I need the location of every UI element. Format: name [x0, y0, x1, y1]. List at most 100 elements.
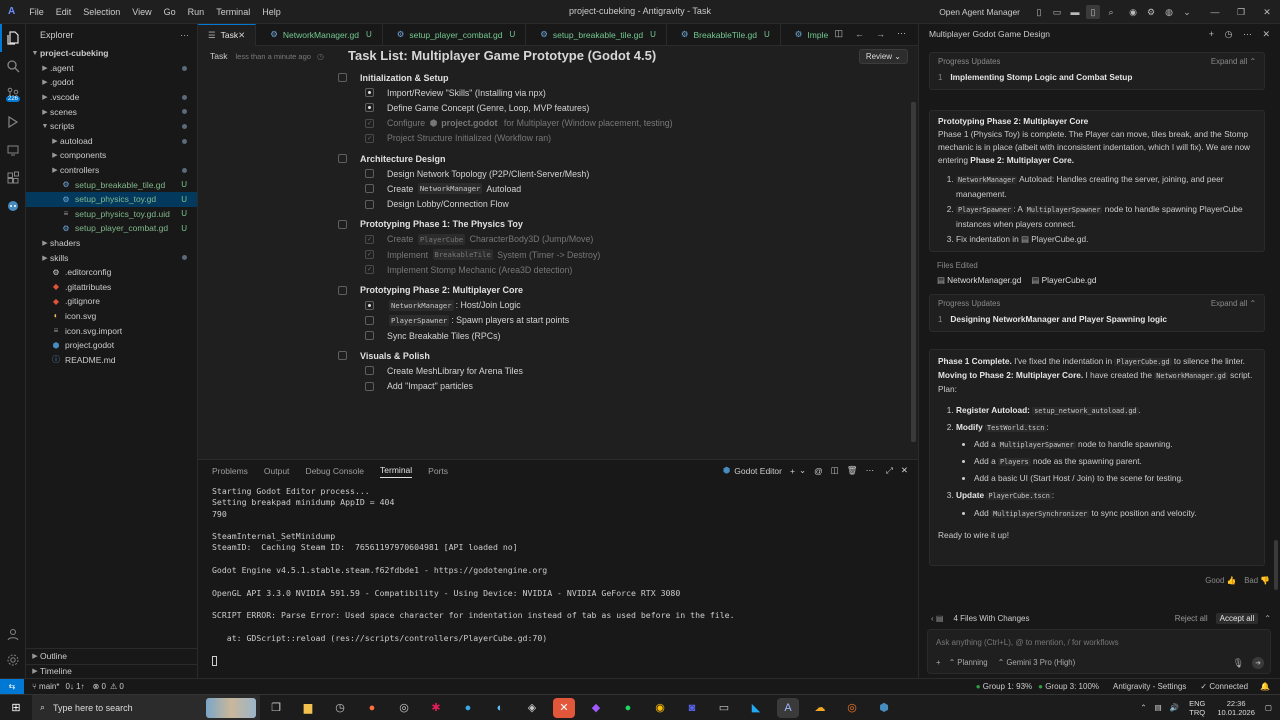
- explorer-icon[interactable]: [0, 24, 26, 52]
- task-checkbox[interactable]: [365, 381, 374, 391]
- new-terminal-icon[interactable]: +: [790, 466, 795, 476]
- panel-tab-terminal[interactable]: Terminal: [380, 465, 413, 478]
- remote-explorer-icon[interactable]: [0, 136, 26, 164]
- arrow-right-icon[interactable]: →: [876, 29, 885, 39]
- tree-item[interactable]: ◆ .gitattributes: [26, 280, 197, 295]
- manage-gear-icon[interactable]: [0, 646, 26, 674]
- panel-tab-problems[interactable]: Problems: [212, 466, 248, 476]
- task-checkbox[interactable]: ✓: [365, 250, 374, 260]
- windows-start-icon[interactable]: ⊞: [5, 698, 27, 718]
- steam-icon[interactable]: ◐: [489, 698, 511, 718]
- search-icon[interactable]: ⌕: [1104, 5, 1118, 19]
- file-chip[interactable]: ▤ PlayerCube.gd: [1021, 234, 1086, 244]
- tree-item[interactable]: ⬢ project.godot: [26, 338, 197, 353]
- new-chat-icon[interactable]: +: [1209, 29, 1214, 39]
- tab-3[interactable]: ⚙ setup_breakable_tile.gd U: [526, 23, 667, 46]
- panel-tab-output[interactable]: Output: [264, 466, 290, 476]
- outline-section[interactable]: ▶ Outline: [26, 649, 198, 664]
- section-checkbox[interactable]: [338, 73, 347, 83]
- tree-item[interactable]: ▶ .vscode: [26, 90, 197, 105]
- section-checkbox[interactable]: [338, 154, 347, 164]
- close-tab-icon[interactable]: ✕: [238, 30, 245, 41]
- section-checkbox[interactable]: [338, 351, 347, 361]
- unity-icon[interactable]: ◈: [521, 698, 543, 718]
- discord-icon[interactable]: ◙: [681, 698, 703, 718]
- mic-icon[interactable]: 🎙: [1233, 658, 1244, 669]
- tree-item[interactable]: ⚙ .editorconfig: [26, 265, 197, 280]
- maximize-panel-icon[interactable]: ⤢: [886, 465, 893, 476]
- connection-status[interactable]: ✓ Connected: [1200, 682, 1248, 691]
- task-checkbox[interactable]: ✓: [365, 118, 374, 128]
- tree-item[interactable]: ⓘ README.md: [26, 352, 197, 367]
- tree-item[interactable]: ◆ .gitignore: [26, 294, 197, 309]
- expand-all-button[interactable]: Expand all ⌃: [1211, 57, 1256, 66]
- task-checkbox[interactable]: ✓: [365, 234, 374, 244]
- language-indicator[interactable]: ENG TRQ: [1189, 699, 1205, 717]
- more-actions-icon[interactable]: ⋯: [866, 465, 875, 476]
- run-debug-icon[interactable]: [0, 108, 26, 136]
- app-red-icon[interactable]: ✕: [553, 697, 575, 718]
- chevron-down-icon[interactable]: ⌄: [1180, 5, 1194, 19]
- task-checkbox[interactable]: [365, 315, 374, 325]
- godot-app-icon[interactable]: ⬢: [873, 698, 895, 718]
- tree-root[interactable]: ▼ project-cubeking: [26, 46, 197, 61]
- model-select[interactable]: ⌃ Gemini 3 Pro (High): [998, 658, 1076, 667]
- profile-icon[interactable]: ◍: [1162, 5, 1176, 19]
- tree-item[interactable]: ▶ autoload: [26, 134, 197, 149]
- task-checkbox[interactable]: [365, 300, 374, 310]
- arrow-left-icon[interactable]: ←: [855, 29, 864, 39]
- tray-chevron-icon[interactable]: ⌃: [1140, 703, 1146, 712]
- more-actions-icon[interactable]: ⋯: [897, 28, 906, 39]
- tree-item[interactable]: ▶ skills: [26, 250, 197, 265]
- network-icon[interactable]: ▤: [1155, 703, 1162, 712]
- chevron-down-icon[interactable]: ⌄: [799, 465, 806, 476]
- close-icon[interactable]: ✕: [1262, 29, 1270, 39]
- tree-item[interactable]: ▶ .godot: [26, 75, 197, 90]
- task-checkbox[interactable]: [365, 331, 374, 341]
- history-icon[interactable]: ◷: [317, 52, 324, 61]
- account-icon[interactable]: ◉: [1126, 5, 1140, 19]
- tree-item[interactable]: ▶ .agent: [26, 61, 197, 76]
- tree-item[interactable]: ▶ components: [26, 148, 197, 163]
- taskbar-search[interactable]: ⌕ Type here to search: [32, 694, 260, 720]
- expand-all-button[interactable]: Expand all ⌃: [1211, 299, 1256, 308]
- task-checkbox[interactable]: ✓: [365, 133, 374, 143]
- vscode-icon[interactable]: ◣: [745, 698, 767, 718]
- reject-all-button[interactable]: Reject all: [1175, 614, 1208, 623]
- remote-indicator[interactable]: ⇆: [0, 678, 24, 695]
- tab-0[interactable]: ☰ Task ✕: [198, 23, 257, 46]
- panel-tab-debug-console[interactable]: Debug Console: [305, 466, 364, 476]
- copilot-icon[interactable]: @: [814, 466, 823, 476]
- tree-item[interactable]: ≡ icon.svg.import: [26, 323, 197, 338]
- sync-indicator[interactable]: 0↓ 1↑: [65, 682, 84, 691]
- task-checkbox[interactable]: [365, 88, 374, 98]
- source-control-icon[interactable]: 226: [0, 80, 26, 108]
- maximize-icon[interactable]: ❐: [1234, 5, 1248, 19]
- editor-scrollbar[interactable]: [911, 102, 916, 442]
- more-actions-icon[interactable]: ⋯: [180, 30, 189, 41]
- tree-item[interactable]: ⚙ setup_player_combat.gd U: [26, 221, 197, 236]
- tree-item[interactable]: ▶ scenes: [26, 104, 197, 119]
- terminal-name[interactable]: Godot Editor: [734, 466, 782, 476]
- spotify-icon[interactable]: ●: [617, 698, 639, 718]
- layout-editor-icon[interactable]: ▭: [1050, 5, 1064, 19]
- gear-icon[interactable]: ⚙: [1144, 5, 1158, 19]
- extensions-icon[interactable]: [0, 164, 26, 192]
- tab-2[interactable]: ⚙ setup_player_combat.gd U: [383, 23, 527, 46]
- timeline-section[interactable]: ▶ Timeline: [26, 663, 198, 679]
- trash-icon[interactable]: 🗑: [847, 465, 858, 476]
- open-agent-manager-button[interactable]: Open Agent Manager: [939, 7, 1020, 17]
- close-panel-icon[interactable]: ✕: [901, 465, 908, 476]
- blender-icon[interactable]: ◎: [841, 698, 863, 718]
- task-checkbox[interactable]: [365, 199, 374, 209]
- errors-indicator[interactable]: ⊗ 0: [93, 682, 106, 691]
- layout-secondary-icon[interactable]: ▯: [1086, 5, 1100, 19]
- terminal-output[interactable]: Starting Godot Editor process... Setting …: [212, 486, 735, 644]
- layout-panel-icon[interactable]: ▬: [1068, 5, 1082, 19]
- file-chip[interactable]: ▤ NetworkManager.gd: [937, 275, 1021, 285]
- notifications-icon[interactable]: 🔔: [1260, 682, 1270, 691]
- agent-scrollbar[interactable]: [1274, 540, 1278, 590]
- clock-app-icon[interactable]: ◷: [329, 698, 351, 718]
- task-checkbox[interactable]: [365, 169, 374, 179]
- browser-icon[interactable]: ●: [457, 698, 479, 718]
